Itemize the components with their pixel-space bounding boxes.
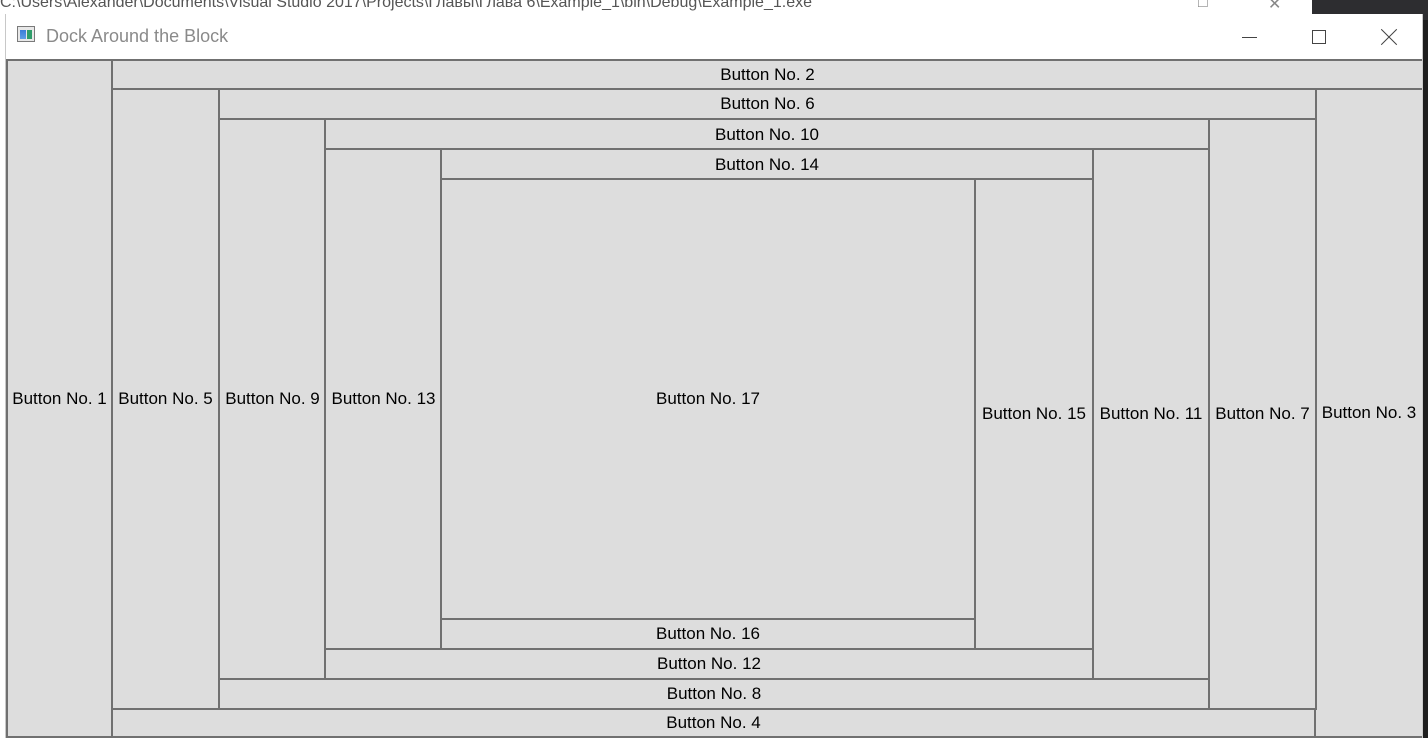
button-no-7[interactable]: Button No. 7 [1208,118,1317,710]
minimize-icon [1241,37,1257,38]
background-close-icon: ✕ [1268,0,1282,13]
button-no-6[interactable]: Button No. 6 [218,88,1317,120]
main-window: Dock Around the Block Button No. 1 Butto… [5,14,1423,738]
button-no-1[interactable]: Button No. 1 [6,59,113,738]
button-no-14[interactable]: Button No. 14 [440,148,1094,181]
button-no-3[interactable]: Button No. 3 [1314,88,1422,738]
window-app-icon [17,26,35,42]
close-button[interactable] [1354,14,1424,59]
button-no-13[interactable]: Button No. 13 [324,148,443,650]
button-no-17[interactable]: Button No. 17 [440,178,976,620]
button-no-2[interactable]: Button No. 2 [111,59,1422,91]
button-no-11[interactable]: Button No. 11 [1092,148,1210,680]
button-no-10[interactable]: Button No. 10 [324,118,1210,151]
background-window: C:\Users\Alexander\Documents\Visual Stud… [0,0,1312,14]
button-no-15[interactable]: Button No. 15 [974,178,1094,650]
button-no-12[interactable]: Button No. 12 [324,647,1094,680]
maximize-button[interactable] [1284,14,1354,59]
dock-panel: Button No. 1 Button No. 2 Button No. 3 B… [6,59,1422,738]
maximize-icon [1312,29,1326,44]
close-icon [1380,28,1398,46]
background-window-title: C:\Users\Alexander\Documents\Visual Stud… [0,0,812,11]
button-no-8[interactable]: Button No. 8 [218,677,1210,710]
window-title: Dock Around the Block [46,26,229,46]
title-bar[interactable]: Dock Around the Block [6,14,1422,59]
button-no-9[interactable]: Button No. 9 [218,118,327,680]
background-maximize-icon: □ [1198,0,1208,11]
minimize-button[interactable] [1214,14,1284,59]
button-no-16[interactable]: Button No. 16 [440,617,976,650]
button-no-5[interactable]: Button No. 5 [111,88,220,710]
button-no-4[interactable]: Button No. 4 [111,707,1316,738]
